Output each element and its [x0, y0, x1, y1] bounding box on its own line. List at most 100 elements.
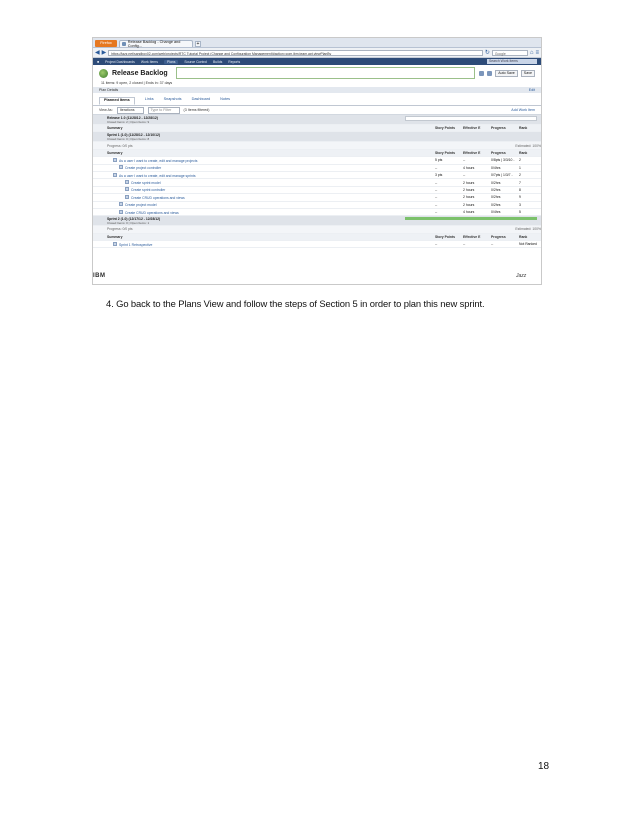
work-item-link[interactable]: Create sprint model	[131, 181, 161, 185]
embedded-screenshot: Firefox Release Backlog - Change and Con…	[92, 37, 542, 285]
filter-input[interactable]: Type to Filter	[147, 106, 180, 114]
progress-row: Progress: 0/0 pts Estimated: 100%	[93, 142, 541, 150]
work-item-summary: Create sprint model	[107, 180, 435, 185]
work-item-summary: Create sprint controller	[107, 187, 435, 192]
jazz-logo: Jazz	[516, 273, 527, 279]
save-button[interactable]: Save	[520, 69, 535, 77]
col-progress[interactable]: Progress	[491, 235, 519, 239]
work-item-type-icon	[119, 209, 123, 214]
work-item-link[interactable]: Create CRUD operations and views	[131, 196, 185, 200]
firefox-menu-button[interactable]: Firefox	[95, 40, 117, 47]
rank-cell: 8	[519, 187, 521, 192]
work-item-link[interactable]: Create CRUD operations and views	[125, 211, 179, 215]
rank-cell: 3	[519, 202, 521, 207]
progress-cell: 0/7pts | 1/3/7 -	[491, 173, 513, 178]
nav-project-dashboards[interactable]: Project Dashboards	[105, 60, 135, 64]
edit-link[interactable]: Edit	[529, 88, 535, 92]
menu-icon[interactable]: ≡	[535, 50, 539, 56]
story-points-cell: --	[435, 165, 438, 170]
browser-tab[interactable]: Release Backlog - Change and Config...	[119, 40, 193, 48]
nav-builds[interactable]: Builds	[213, 60, 222, 64]
work-item-link[interactable]: Create project controller	[125, 166, 161, 170]
progress-bar	[405, 116, 537, 121]
forward-icon[interactable]: ▶	[102, 50, 107, 56]
work-item-link[interactable]: Create sprint controller	[131, 188, 165, 192]
reload-icon[interactable]: ↻	[485, 50, 490, 56]
view-as-select[interactable]: Iterations	[116, 106, 144, 114]
col-summary[interactable]: Summary	[107, 151, 435, 155]
col-summary[interactable]: Summary	[107, 235, 435, 239]
tab-planned-items[interactable]: Planned Items	[99, 97, 135, 105]
work-item-search[interactable]: Search Work Items	[487, 59, 537, 64]
work-item-row[interactable]: As a user I want to create, edit and man…	[93, 172, 541, 180]
refresh-icon[interactable]	[479, 70, 485, 76]
col-progress[interactable]: Progress	[491, 126, 519, 130]
effort-cell: 2 hours	[463, 187, 475, 192]
back-icon[interactable]: ◀	[95, 50, 100, 56]
plan-tabs: Planned Items Links Snapshots Dashboard …	[93, 93, 541, 106]
browser-tab-bar: Firefox Release Backlog - Change and Con…	[93, 38, 541, 48]
col-summary[interactable]: Summary	[107, 126, 435, 130]
tab-dashboard[interactable]: Dashboard	[192, 97, 211, 105]
work-item-row[interactable]: Create CRUD operations and views -- 2 hour…	[93, 194, 541, 202]
nav-reports[interactable]: Reports	[228, 60, 240, 64]
rank-cell: 5	[519, 210, 521, 215]
col-effective-estimate[interactable]: Effective E	[463, 235, 491, 239]
group-header[interactable]: Release 1.0 (11/28/12 - 12/28/12) Closed …	[93, 115, 541, 125]
new-tab-button[interactable]: +	[195, 41, 201, 47]
auto-save-toggle[interactable]: Auto Save	[495, 69, 518, 77]
progress-cell: 0/8pts | 3/3/10 -	[491, 158, 515, 163]
work-item-row[interactable]: Create project model -- 2 hours 0/2hrs 3	[93, 202, 541, 209]
home-icon[interactable]: ⌂	[530, 50, 534, 56]
work-item-row[interactable]: As a user I want to create, edit and man…	[93, 157, 541, 165]
work-item-type-icon	[125, 187, 129, 192]
tab-links[interactable]: Links	[145, 97, 154, 105]
sprint-1-items: As a user I want to create, edit and man…	[93, 157, 541, 217]
plan-description-box[interactable]	[175, 67, 476, 79]
address-bar[interactable]: https://jazz.net/sandbox02-ccm/web/proje…	[108, 49, 483, 56]
home-icon[interactable]: ■	[97, 60, 99, 64]
col-rank[interactable]: Rank	[519, 126, 541, 130]
progress-cell: 0/2hrs	[491, 180, 501, 185]
work-item-row[interactable]: Create sprint model -- 2 hours 0/2hrs 7	[93, 179, 541, 187]
work-item-summary: As a user I want to create, edit and man…	[107, 157, 435, 163]
rank-cell: 2	[519, 173, 521, 178]
work-item-row[interactable]: Create CRUD operations and views -- 4 hour…	[93, 209, 541, 217]
add-work-item-button[interactable]: Add Work Item	[511, 108, 535, 112]
tab-title: Release Backlog - Change and Config...	[127, 40, 181, 48]
nav-work-items[interactable]: Work Items	[141, 60, 158, 64]
col-progress[interactable]: Progress	[491, 151, 519, 155]
work-item-row[interactable]: Create project controller -- 4 hours 0/4hrs…	[93, 165, 541, 172]
tab-notes[interactable]: Notes	[220, 97, 230, 105]
jazz-app-nav: ■ Project Dashboards Work Items Plans So…	[93, 58, 541, 65]
col-effective-estimate[interactable]: Effective E	[463, 126, 491, 130]
work-item-link[interactable]: As a user I want to create, edit and man…	[119, 174, 196, 178]
effort-cell: --	[463, 242, 466, 247]
col-rank[interactable]: Rank	[519, 151, 541, 155]
view-as-label: View As:	[99, 108, 113, 112]
effort-cell: 2 hours	[463, 202, 475, 207]
work-item-link[interactable]: Sprint 1 Retrospective	[119, 243, 152, 247]
work-item-summary: Create CRUD operations and views	[107, 194, 435, 200]
col-story-points[interactable]: Story Points	[435, 151, 463, 155]
print-icon[interactable]	[487, 70, 493, 76]
nav-plans[interactable]: Plans	[163, 59, 179, 64]
search-box[interactable]: Google	[491, 49, 528, 56]
group-header[interactable]: Sprint 2 (1.0) (12/17/12 - 12/28/12) Clos…	[93, 216, 541, 227]
group-header[interactable]: Sprint 1 (1.0) (11/28/12 - 12/10/12) Clos…	[93, 132, 541, 143]
work-item-link[interactable]: Create project model	[125, 203, 156, 207]
work-item-row[interactable]: Create sprint controller -- 2 hours 0/2hrs 8	[93, 187, 541, 195]
progress-row: Progress: 0/0 pts Estimated: 100%	[93, 226, 541, 234]
effort-cell: 4 hours	[463, 210, 475, 215]
col-rank[interactable]: Rank	[519, 235, 541, 239]
tab-snapshots[interactable]: Snapshots	[164, 97, 182, 105]
col-story-points[interactable]: Story Points	[435, 235, 463, 239]
col-story-points[interactable]: Story Points	[435, 126, 463, 130]
work-item-link[interactable]: As a user I want to create, edit and man…	[119, 159, 197, 163]
progress-cell: --	[491, 242, 494, 247]
nav-source-control[interactable]: Source Control	[184, 60, 207, 64]
story-points-cell: --	[435, 210, 438, 215]
col-effective-estimate[interactable]: Effective E	[463, 151, 491, 155]
story-points-cell: --	[435, 180, 438, 185]
work-item-row[interactable]: Sprint 1 Retrospective -- -- -- Not Ranked	[93, 241, 541, 249]
